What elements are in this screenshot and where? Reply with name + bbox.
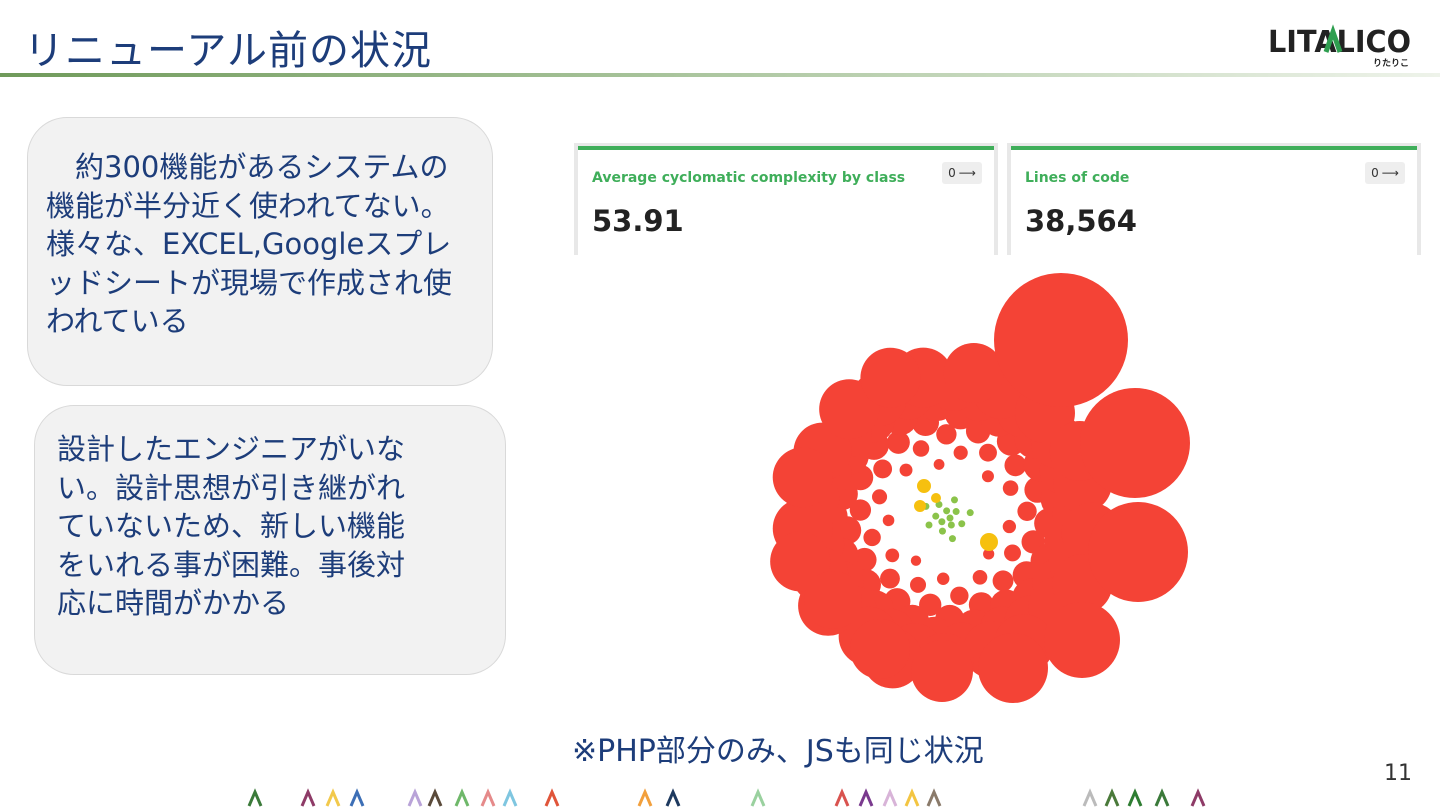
class-bubble — [910, 555, 922, 566]
stick-figure-mark — [1104, 788, 1120, 807]
stick-figure-mark — [1154, 788, 1170, 807]
class-bubble — [882, 514, 895, 527]
stick-figure-mark — [904, 788, 920, 807]
bubble-text: 約300機能があるシステムの機能が半分近く使われてない。様々な、EXCEL,Go… — [46, 150, 453, 339]
class-bubble — [910, 576, 927, 593]
metric-badge-count: 0 — [948, 166, 956, 180]
class-bubble — [938, 518, 946, 526]
litalico-logo: LITALICO りたりこ — [1268, 22, 1413, 70]
stick-figure-mark — [665, 788, 681, 807]
class-bubble — [1004, 544, 1021, 562]
class-bubble — [950, 586, 969, 605]
class-bubble — [946, 514, 954, 522]
class-bubble — [943, 343, 1004, 404]
class-bubble — [932, 512, 940, 520]
metric-trend-badge: 0 ⟶ — [1365, 162, 1405, 184]
class-bubble — [885, 548, 900, 563]
class-bubble — [1044, 602, 1120, 678]
stick-figure-mark — [834, 788, 850, 807]
metric-value: 38,564 — [1025, 204, 1137, 238]
class-bubble — [980, 533, 998, 551]
class-bubble — [943, 507, 951, 515]
class-bubble — [933, 459, 945, 470]
stick-figure-mark — [325, 788, 341, 807]
metric-trend-badge: 0 ⟶ — [942, 162, 982, 184]
class-bubble — [917, 479, 931, 493]
class-bubble — [1080, 388, 1190, 498]
class-bubble — [804, 571, 862, 629]
footer-decoration — [247, 788, 1206, 807]
arrow-right-icon: ⟶ — [958, 166, 976, 180]
metric-label: Average cyclomatic complexity by class — [592, 170, 906, 186]
class-bubble — [914, 500, 926, 512]
stick-figure-mark — [1190, 788, 1206, 807]
class-bubble — [948, 535, 956, 543]
class-bubble — [925, 521, 933, 529]
arrow-right-icon: ⟶ — [1381, 166, 1399, 180]
stick-figure-mark — [1082, 788, 1098, 807]
metric-card-complexity: Average cyclomatic complexity by class 5… — [574, 143, 998, 255]
class-bubble — [936, 572, 950, 585]
title-underline — [0, 73, 1440, 77]
stick-figure-mark — [427, 788, 443, 807]
stick-figure-mark — [637, 788, 653, 807]
class-bubble — [972, 569, 988, 585]
stick-figure-mark — [882, 788, 898, 807]
class-bubble — [772, 447, 833, 508]
page-number: 11 — [1384, 761, 1412, 786]
class-bubble — [938, 527, 946, 535]
metric-value: 53.91 — [592, 204, 684, 238]
stick-figure-mark — [750, 788, 766, 807]
class-bubble — [931, 493, 941, 503]
class-bubble — [981, 470, 994, 483]
class-bubble — [872, 489, 888, 505]
stick-figure-mark — [454, 788, 470, 807]
class-bubble — [947, 521, 955, 529]
stick-figure-mark — [1127, 788, 1143, 807]
class-bubble — [958, 520, 966, 528]
class-bubble — [912, 440, 930, 457]
class-bubble — [850, 619, 910, 679]
metric-card-lines-of-code: Lines of code 38,564 0 ⟶ — [1007, 143, 1421, 255]
bubble-unused-features: 約300機能があるシステムの機能が半分近く使われてない。様々な、EXCEL,Go… — [27, 117, 493, 386]
stick-figure-mark — [349, 788, 365, 807]
class-bubble — [1017, 501, 1037, 521]
class-bubble — [992, 570, 1014, 592]
class-bubble — [994, 273, 1128, 407]
class-bubble — [860, 347, 921, 408]
stick-figure-mark — [544, 788, 560, 807]
class-bubble — [899, 463, 913, 477]
stick-figure-mark — [247, 788, 263, 807]
stick-figure-mark — [502, 788, 518, 807]
metric-label: Lines of code — [1025, 170, 1130, 186]
complexity-bubble-chart — [770, 273, 1190, 703]
metric-badge-count: 0 — [1371, 166, 1379, 180]
class-bubble — [979, 443, 997, 462]
slide-title: リニューアル前の状況 — [24, 28, 432, 74]
stick-figure-mark — [407, 788, 423, 807]
class-bubble — [978, 633, 1048, 703]
class-bubble — [1088, 502, 1188, 602]
class-bubble — [953, 445, 968, 460]
footnote: ※PHP部分のみ、JSも同じ状況 — [572, 734, 984, 769]
stick-figure-mark — [300, 788, 316, 807]
stick-figure-mark — [926, 788, 942, 807]
class-bubble — [966, 509, 974, 517]
svg-text:LITALICO: LITALICO — [1268, 25, 1411, 60]
bubble-no-designer: 設計したエンジニアがいない。設計思想が引き継がれていないため、新しい機能をいれる… — [34, 405, 506, 675]
logo-subtitle: りたりこ — [1372, 59, 1409, 69]
class-bubble — [950, 496, 958, 504]
class-bubble — [873, 459, 893, 479]
class-bubble — [911, 640, 973, 702]
class-bubble — [880, 568, 900, 589]
class-bubble — [1002, 519, 1017, 534]
stick-figure-mark — [480, 788, 496, 807]
class-bubble — [952, 508, 960, 516]
bubble-text: 設計したエンジニアがいない。設計思想が引き継がれていないため、新しい機能をいれる… — [57, 432, 406, 621]
class-bubble — [1002, 480, 1019, 496]
class-bubble — [1004, 454, 1027, 477]
stick-figure-mark — [858, 788, 874, 807]
class-bubble — [863, 528, 881, 547]
